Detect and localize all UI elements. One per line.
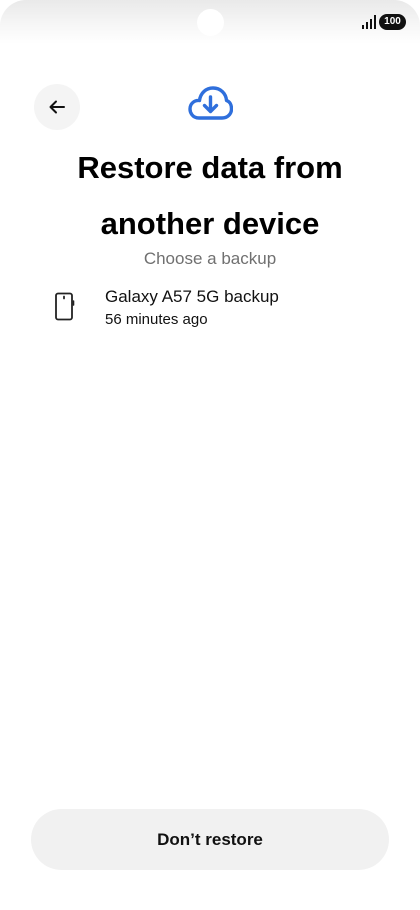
restore-screen: 100 Restore data from another device Cho… [0,0,420,910]
signal-bars-icon [362,15,376,29]
cloud-download-icon [188,86,233,120]
backup-name: Galaxy A57 5G backup [105,287,279,306]
arrow-left-icon [49,100,65,114]
status-bar: 100 [0,0,420,44]
page-title: Restore data from another device [77,150,343,241]
backup-time: 56 minutes ago [105,311,208,328]
battery-level: 100 [379,14,406,30]
backup-list-item[interactable]: Galaxy A57 5G backup 56 minutes ago [40,280,380,336]
dont-restore-button[interactable]: Don’t restore [31,809,389,870]
camera-cutout [197,9,224,36]
back-button[interactable] [34,84,80,130]
page-subtitle: Choose a backup [143,249,277,268]
smartphone-icon [55,292,75,321]
